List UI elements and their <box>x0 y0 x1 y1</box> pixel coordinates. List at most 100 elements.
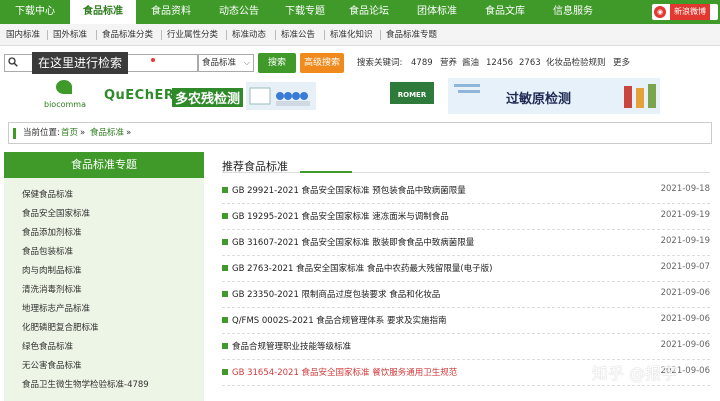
subnav-notices[interactable]: 标准公告 <box>281 24 315 46</box>
weibo-icon: ◉ <box>654 6 666 18</box>
divider <box>380 30 381 40</box>
divider <box>47 30 48 40</box>
list-item-date: 2021-09-07 <box>660 262 710 272</box>
breadcrumb-separator: » <box>80 128 86 138</box>
keyword-link[interactable]: 12456 <box>486 53 513 73</box>
sidebar-item[interactable]: 地理标志产品标准 <box>22 302 90 314</box>
subnav-foreign[interactable]: 国外标准 <box>53 24 87 46</box>
search-bar: 在这里进行检索 食品标准 ⌵ 搜索 高级搜索 搜索关键词: 4789 营养 酱油… <box>0 50 720 76</box>
topnav-food-standards[interactable]: 食品标准 <box>70 0 136 24</box>
list-item-date: 2021-09-06 <box>660 340 710 350</box>
list-item-title[interactable]: GB 29921-2021 食品安全国家标准 预包装食品中致病菌限量 <box>232 184 466 196</box>
subnav-classification[interactable]: 食品标准分类 <box>102 24 153 46</box>
list-item-date: 2021-09-19 <box>660 210 710 220</box>
topnav-group-standards[interactable]: 团体标准 <box>404 0 470 24</box>
bullet-icon <box>222 187 228 193</box>
bullet-icon <box>222 317 228 323</box>
list-item[interactable]: GB 31607-2021 食品安全国家标准 散装即食食品中致病菌限量 2021… <box>222 230 710 256</box>
keywords-label: 搜索关键词: <box>357 58 403 68</box>
bullet-icon <box>222 265 228 271</box>
subnav-industry[interactable]: 行业属性分类 <box>167 24 218 46</box>
sidebar-item[interactable]: 无公害食品标准 <box>22 359 82 371</box>
keyword-more-link[interactable]: 更多 <box>613 53 630 73</box>
keyword-link[interactable]: 2763 <box>519 53 541 73</box>
list-item-title[interactable]: 食品合规管理职业技能等级标准 <box>232 340 351 352</box>
list-item-date: 2021-09-19 <box>660 236 710 246</box>
keyword-link[interactable]: 酱油 <box>462 53 479 73</box>
biocomma-logo-icon <box>56 80 72 94</box>
list-item-title[interactable]: GB 31654-2021 食品安全国家标准 餐饮服务通用卫生规范 <box>232 366 457 378</box>
sidebar-item[interactable]: 绿色食品标准 <box>22 340 73 352</box>
topnav-download-center[interactable]: 下载中心 <box>4 0 66 24</box>
section-underline <box>300 171 352 173</box>
banner-subtitle: 多农残检测 <box>172 88 244 107</box>
banner-title: 过敏原检测 <box>506 92 572 107</box>
list-item-title[interactable]: GB 19295-2021 食品安全国家标准 速冻面米与调制食品 <box>232 210 449 222</box>
search-tooltip: 在这里进行检索 <box>32 52 129 74</box>
breadcrumb-section[interactable]: 食品标准 <box>90 123 124 143</box>
topnav-announcements[interactable]: 动态公告 <box>206 0 272 24</box>
topnav-food-materials[interactable]: 食品资料 <box>140 0 202 24</box>
sidebar: 食品标准专题 保健食品标准 食品安全国家标准 食品添加剂标准 食品包装标准 肉与… <box>4 152 204 401</box>
product-image <box>246 82 316 110</box>
biocomma-logo: biocomma <box>44 100 86 109</box>
divider <box>161 30 162 40</box>
topnav-info-service[interactable]: 信息服务 <box>540 0 606 24</box>
sidebar-item[interactable]: 保健食品标准 <box>22 188 73 200</box>
search-category-value: 食品标准 <box>202 58 237 68</box>
subnav-domestic[interactable]: 国内标准 <box>6 24 40 46</box>
weibo-label: 新浪微博 <box>670 4 710 20</box>
list-item[interactable]: GB 19295-2021 食品安全国家标准 速冻面米与调制食品 2021-09… <box>222 204 710 230</box>
subnav-topics[interactable]: 食品标准专题 <box>386 24 437 46</box>
breadcrumb-prefix: 当前位置: <box>23 128 60 138</box>
zhihu-watermark: 知乎 @报宇 <box>592 364 678 383</box>
divider <box>96 30 97 40</box>
advanced-search-button[interactable]: 高级搜索 <box>300 53 344 73</box>
required-dot <box>151 58 155 62</box>
list-item[interactable]: 食品合规管理职业技能等级标准 2021-09-06 <box>222 334 710 360</box>
keyword-link[interactable]: 营养 <box>440 53 457 73</box>
sidebar-item[interactable]: 化肥磷肥复合肥标准 <box>22 321 99 333</box>
search-category-select[interactable]: 食品标准 ⌵ <box>198 54 254 72</box>
sidebar-item[interactable]: 食品包装标准 <box>22 245 73 257</box>
list-item-title[interactable]: GB 23350-2021 限制商品过度包装要求 食品和化妆品 <box>232 288 440 300</box>
sidebar-item[interactable]: 食品卫生微生物学检验标准-4789 <box>22 378 149 390</box>
search-button[interactable]: 搜索 <box>258 53 296 73</box>
weibo-link[interactable]: ◉ 新浪微博 <box>652 4 718 20</box>
subnav-news[interactable]: 标准动态 <box>232 24 266 46</box>
divider <box>222 172 710 173</box>
list-item-title[interactable]: GB 31607-2021 食品安全国家标准 散装即食食品中致病菌限量 <box>232 236 474 248</box>
chevron-down-icon: ⌵ <box>243 58 250 67</box>
topnav-library[interactable]: 食品文库 <box>474 0 536 24</box>
sidebar-item[interactable]: 清洗消毒剂标准 <box>22 283 82 295</box>
romer-logo: ROMER <box>390 82 434 104</box>
list-item[interactable]: Q/FMS 0002S-2021 食品合规管理体系 要求及实施指南 2021-0… <box>222 308 710 334</box>
keyword-link[interactable]: 4789 <box>411 53 433 73</box>
list-item-title[interactable]: GB 2763-2021 食品安全国家标准 食品中农药最大残留限量(电子版) <box>232 262 493 274</box>
divider <box>275 30 276 40</box>
divider <box>324 30 325 40</box>
sub-nav: 国内标准 国外标准 食品标准分类 行业属性分类 标准动态 标准公告 标准化知识 … <box>0 24 720 46</box>
sidebar-item[interactable]: 食品添加剂标准 <box>22 226 82 238</box>
sidebar-item[interactable]: 食品安全国家标准 <box>22 207 90 219</box>
ad-banner-allergen[interactable]: ROMER 过敏原检测 <box>388 78 660 114</box>
bullet-icon <box>222 369 228 375</box>
sidebar-item[interactable]: 肉与肉制品标准 <box>22 264 82 276</box>
bullet-icon <box>222 343 228 349</box>
list-item-date: 2021-09-06 <box>660 288 710 298</box>
ad-banner-quechers[interactable]: biocomma QuEChERS 多农残检测 <box>36 78 316 114</box>
breadcrumb: 当前位置: 首页 » 食品标准 » <box>8 122 712 144</box>
bullet-icon <box>222 239 228 245</box>
list-item[interactable]: GB 23350-2021 限制商品过度包装要求 食品和化妆品 2021-09-… <box>222 282 710 308</box>
top-nav: 下载中心 食品标准 食品资料 动态公告 下载专题 食品论坛 团体标准 食品文库 … <box>0 0 720 24</box>
topnav-download-topics[interactable]: 下载专题 <box>274 0 336 24</box>
breadcrumb-home[interactable]: 首页 <box>61 123 78 143</box>
list-item[interactable]: GB 29921-2021 食品安全国家标准 预包装食品中致病菌限量 2021-… <box>222 178 710 204</box>
keyword-link[interactable]: 化妆品检验规则 <box>546 53 606 73</box>
list-item-date: 2021-09-18 <box>660 184 710 194</box>
topnav-forum[interactable]: 食品论坛 <box>338 0 400 24</box>
list-item[interactable]: GB 2763-2021 食品安全国家标准 食品中农药最大残留限量(电子版) 2… <box>222 256 710 282</box>
bullet-icon <box>222 291 228 297</box>
list-item-title[interactable]: Q/FMS 0002S-2021 食品合规管理体系 要求及实施指南 <box>232 314 447 326</box>
subnav-knowledge[interactable]: 标准化知识 <box>330 24 373 46</box>
